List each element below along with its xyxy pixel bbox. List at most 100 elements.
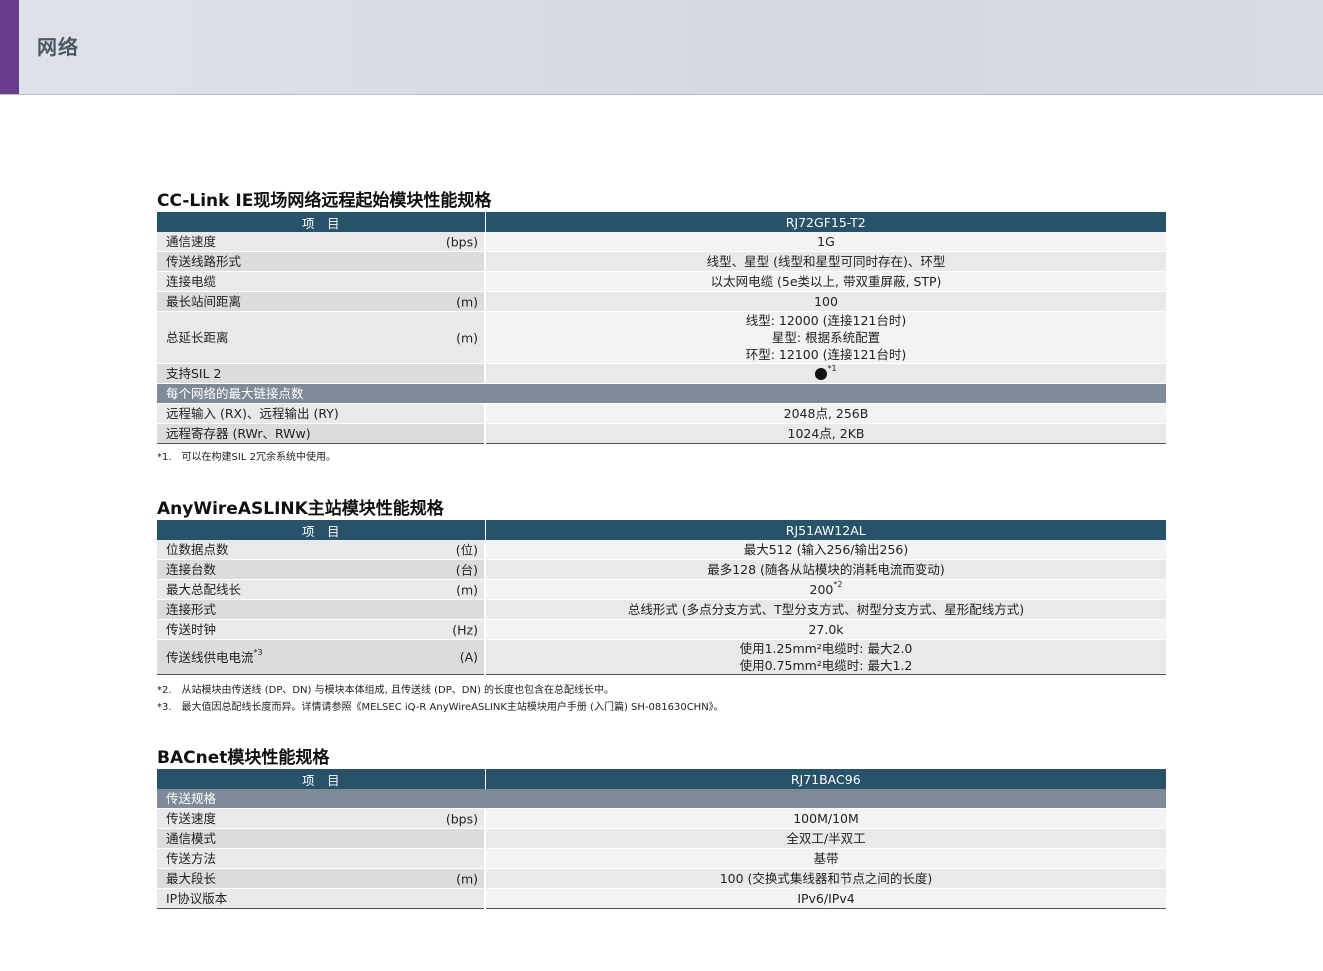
row-unit: (台) [455,562,478,577]
row-value: 200*2 [485,579,1166,600]
table-row: 传送速度 (bps) 100M/10M [157,808,1166,829]
row-label: 远程输入 (RX)、远程输出 (RY) [166,406,339,421]
row-unit: (bps) [445,234,478,249]
model-column-header: RJ51AW12AL [485,520,1166,540]
table-row: 传送方法 基带 [157,848,1166,869]
group-row: 传送规格 [157,789,1166,809]
row-unit: (Hz) [452,622,478,637]
table-row: 连接台数 (台) 最多128 (随各从站模块的消耗电流而变动) [157,559,1166,580]
cclink-section-title: CC-Link IE现场网络远程起始模块性能规格 [157,191,492,211]
footnote-ref: *3 [253,647,263,657]
table-row: 最大总配线长 (m) 200*2 [157,579,1166,600]
row-label: 通信模式 [166,831,217,846]
row-value: 最大512 (输入256/输出256) [485,540,1166,560]
row-label: IP协议版本 [166,891,228,906]
row-value: 100 [485,291,1166,312]
row-value: 最多128 (随各从站模块的消耗电流而变动) [485,559,1166,580]
row-value: *1 [485,363,1166,384]
table-header-row: 项 目 RJ71BAC96 [157,769,1166,789]
table-row: 连接形式 总线形式 (多点分支方式、T型分支方式、树型分支方式、星形配线方式) [157,599,1166,620]
table-row: IP协议版本 IPv6/IPv4 [157,888,1166,909]
table-row: 最大段长 (m) 100 (交换式集线器和节点之间的长度) [157,868,1166,889]
row-value: IPv6/IPv4 [485,888,1166,909]
footnote: *3. 最大值因总配线长度而异。详情请参照《MELSEC iQ-R AnyWir… [157,702,724,713]
page-header: 网络 [0,0,1323,95]
anywire-section-title: AnyWireASLINK主站模块性能规格 [157,499,444,519]
group-row: 每个网络的最大链接点数 [157,383,1166,404]
model-column-header: RJ72GF15-T2 [485,212,1166,232]
table-row: 通信模式 全双工/半双工 [157,828,1166,849]
row-value: 使用1.25mm²电缆时: 最大2.0 使用0.75mm²电缆时: 最大1.2 [485,639,1166,675]
row-value: 100M/10M [485,808,1166,829]
row-label: 最大段长 [166,871,217,886]
table-row: 远程输入 (RX)、远程输出 (RY) 2048点, 256B [157,403,1166,424]
row-label: 传送时钟 [166,622,217,637]
item-column-header: 项 目 [157,769,486,789]
row-label: 位数据点数 [166,542,229,557]
table-row: 连接电缆 以太网电缆 (5e类以上, 带双重屏蔽, STP) [157,271,1166,292]
row-unit: (m) [456,330,478,345]
row-label: 支持SIL 2 [166,366,222,381]
table-header-row: 项 目 RJ51AW12AL [157,520,1166,540]
row-label: 最大总配线长 [166,582,242,597]
table-row: 传送时钟 (Hz) 27.0k [157,619,1166,640]
row-label: 传送线路形式 [166,254,242,269]
row-unit: (m) [456,871,478,886]
footnote-ref: *1 [827,364,837,373]
table-row: 支持SIL 2 *1 [157,363,1166,384]
footnote-ref: *2 [833,580,843,589]
cclink-spec-table: 项 目 RJ72GF15-T2 通信速度 (bps) 1G 传送线路形式 线型、星… [157,212,1166,444]
table-row: 传送线路形式 线型、星型 (线型和星型可同时存在)、环型 [157,251,1166,272]
bacnet-section-title: BACnet模块性能规格 [157,748,330,768]
row-value: 2048点, 256B [485,403,1166,424]
row-value: 基带 [485,848,1166,869]
row-unit: (m) [456,582,478,597]
model-column-header: RJ71BAC96 [485,769,1166,789]
table-row: 总延长距离 (m) 线型: 12000 (连接121台时) 星型: 根据系统配置 … [157,311,1166,364]
row-label: 通信速度 [166,234,217,249]
supported-dot-icon [815,368,828,380]
item-column-header: 项 目 [157,212,486,232]
group-label: 传送规格 [157,789,1166,809]
row-value: 全双工/半双工 [485,828,1166,849]
table-row: 远程寄存器 (RWr、RWw) 1024点, 2KB [157,423,1166,444]
total-length-line: 线型: 12000 (连接121台时) [745,313,907,328]
max-length-value: 200 [809,582,834,597]
row-label: 传送方法 [166,851,217,866]
row-label: 总延长距离 [166,330,229,345]
row-value: 27.0k [485,619,1166,640]
row-value: 线型: 12000 (连接121台时) 星型: 根据系统配置 环型: 12100… [485,311,1166,364]
row-label: 连接电缆 [166,274,217,289]
footnote: *1. 可以在构建SIL 2冗余系统中使用。 [157,452,336,463]
row-value: 总线形式 (多点分支方式、T型分支方式、树型分支方式、星形配线方式) [485,599,1166,620]
footnote: *2. 从站模块由传送线 (DP、DN) 与模块本体组成, 且传送线 (DP、D… [157,685,615,696]
row-value: 1024点, 2KB [485,423,1166,444]
row-label: 远程寄存器 (RWr、RWw) [166,426,311,441]
row-value: 线型、星型 (线型和星型可同时存在)、环型 [485,251,1166,272]
row-value: 100 (交换式集线器和节点之间的长度) [485,868,1166,889]
row-label: 传送线供电电流 [166,649,254,665]
bacnet-spec-table: 项 目 RJ71BAC96 传送规格 传送速度 (bps) 100M/10M 通信… [157,769,1166,909]
table-row: 通信速度 (bps) 1G [157,232,1166,252]
row-label: 传送速度 [166,811,217,826]
table-row: 传送线供电电流*3 (A) 使用1.25mm²电缆时: 最大2.0 使用0.75m… [157,639,1166,675]
row-unit: (位) [455,542,478,557]
row-label: 连接台数 [166,562,217,577]
row-label: 最长站间距离 [166,294,242,309]
total-length-line: 星型: 根据系统配置 [771,330,881,345]
table-row: 位数据点数 (位) 最大512 (输入256/输出256) [157,540,1166,560]
header-accent-bar [0,0,19,94]
row-unit: (bps) [445,811,478,826]
total-length-line: 环型: 12100 (连接121台时) [745,347,907,362]
table-row: 最长站间距离 (m) 100 [157,291,1166,312]
anywire-spec-table: 项 目 RJ51AW12AL 位数据点数 (位) 最大512 (输入256/输出2… [157,520,1166,675]
item-column-header: 项 目 [157,520,486,540]
row-unit: (A) [459,649,478,665]
table-header-row: 项 目 RJ72GF15-T2 [157,212,1166,232]
group-label: 每个网络的最大链接点数 [157,383,1166,404]
row-value: 1G [485,232,1166,252]
current-line: 使用0.75mm²电缆时: 最大1.2 [739,658,913,673]
row-unit: (m) [456,294,478,309]
row-label: 连接形式 [166,602,217,617]
current-line: 使用1.25mm²电缆时: 最大2.0 [739,641,913,656]
